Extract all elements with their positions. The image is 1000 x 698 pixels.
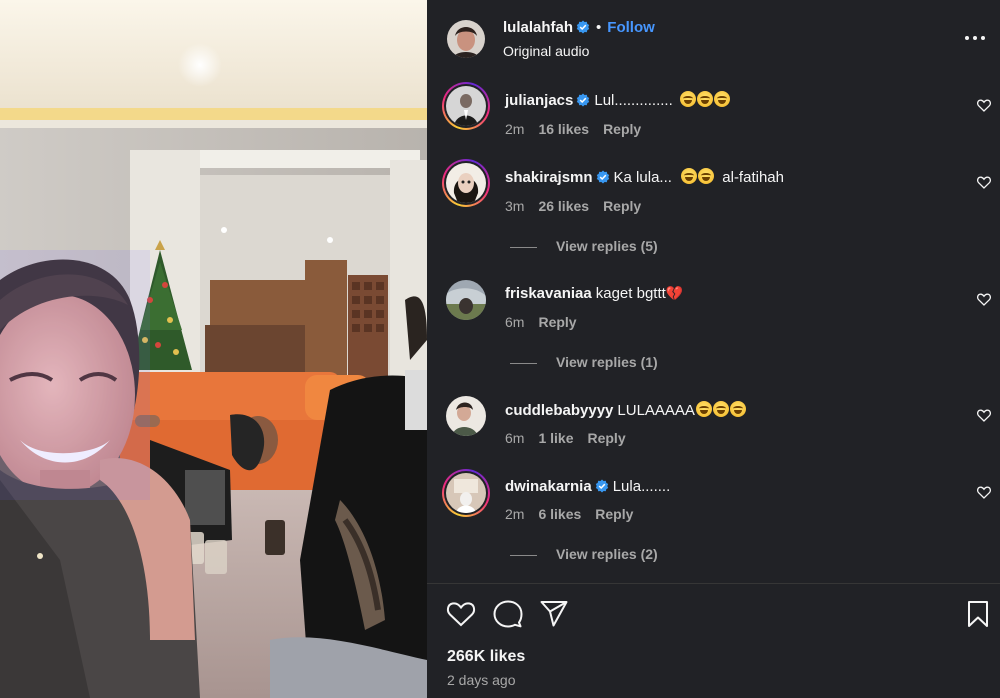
broken-heart-icon: 💔 (665, 285, 684, 301)
comment-text-after: al-fatihah (722, 169, 784, 186)
reply-button[interactable]: Reply (603, 198, 641, 214)
comment-text: Ka lula... (613, 169, 672, 186)
author-avatar[interactable] (447, 20, 485, 58)
commenter-username[interactable]: friskavaniaa (505, 285, 592, 302)
comment-text: kaget bgttt (595, 285, 666, 302)
comment-time: 6m (505, 314, 525, 330)
post-timestamp: 2 days ago (447, 672, 516, 688)
commenter-username[interactable]: dwinakarnia (505, 478, 592, 495)
post-video[interactable] (0, 0, 427, 698)
view-replies-label: View replies (1) (556, 354, 658, 370)
author-username[interactable]: lulalahfah (503, 19, 573, 36)
commenter-avatar[interactable] (446, 280, 486, 320)
view-replies-label: View replies (5) (556, 238, 658, 254)
bookmark-icon[interactable] (964, 599, 992, 629)
video-frame-image (0, 0, 427, 698)
commenter-avatar[interactable] (446, 163, 486, 203)
heart-icon[interactable] (977, 486, 991, 499)
separator-dot: • (596, 19, 602, 36)
commenter-username[interactable]: julianjacs (505, 92, 573, 109)
comments-panel: lulalahfah • Follow Original audio julianj… (427, 0, 1000, 698)
reply-button[interactable]: Reply (603, 121, 641, 137)
more-icon[interactable] (964, 30, 986, 46)
story-ring[interactable] (442, 159, 490, 207)
crying-emoji-icon (713, 91, 730, 107)
view-replies-button[interactable]: View replies (5) (510, 238, 658, 254)
view-replies-button[interactable]: View replies (1) (510, 354, 658, 370)
reply-button[interactable]: Reply (595, 506, 633, 522)
comment-text: LULAAAAA (617, 402, 695, 419)
follow-button[interactable]: Follow (607, 19, 655, 36)
comment-time: 3m (505, 198, 525, 214)
crying-emoji-icon (712, 401, 729, 417)
commenter-avatar[interactable] (446, 473, 486, 513)
share-icon[interactable] (539, 599, 569, 629)
view-replies-label: View replies (2) (556, 546, 658, 562)
comment-icon[interactable] (493, 599, 523, 629)
commenter-avatar[interactable] (446, 396, 486, 436)
crying-emoji-icon (696, 91, 713, 107)
heart-icon[interactable] (977, 409, 991, 422)
crying-emoji-icon (679, 91, 696, 107)
crying-emoji-icon (681, 168, 698, 184)
verified-icon (596, 170, 610, 184)
audio-label[interactable]: Original audio (503, 43, 589, 59)
replies-divider-line (510, 246, 537, 248)
heart-icon[interactable] (977, 176, 991, 189)
view-replies-button[interactable]: View replies (2) (510, 546, 658, 562)
commenter-avatar[interactable] (446, 86, 486, 126)
comment-text: Lul.............. (594, 92, 673, 109)
story-ring[interactable] (442, 82, 490, 130)
comment-time: 2m (505, 121, 525, 137)
verified-icon (576, 20, 590, 34)
post-likes-count[interactable]: 266K likes (447, 648, 525, 666)
replies-divider-line (510, 362, 537, 364)
comment-time: 2m (505, 506, 525, 522)
comment-time: 6m (505, 430, 525, 446)
comment-likes[interactable]: 26 likes (538, 198, 589, 214)
replies-divider-line (510, 554, 537, 556)
comment-likes[interactable]: 6 likes (538, 506, 581, 522)
heart-icon[interactable] (977, 293, 991, 306)
reply-button[interactable]: Reply (587, 430, 625, 446)
crying-emoji-icon (698, 168, 715, 184)
story-ring[interactable] (442, 469, 490, 517)
post-actions: 266K likes 2 days ago (427, 584, 1000, 698)
post-header: lulalahfah • Follow Original audio (427, 0, 1000, 76)
commenter-username[interactable]: cuddlebabyyyy (505, 402, 613, 419)
comment-likes[interactable]: 16 likes (538, 121, 589, 137)
heart-icon[interactable] (977, 99, 991, 112)
comment-text: Lula....... (612, 478, 671, 495)
commenter-username[interactable]: shakirajsmn (505, 169, 593, 186)
reply-button[interactable]: Reply (538, 314, 576, 330)
crying-emoji-icon (729, 401, 746, 417)
verified-icon (576, 93, 590, 107)
crying-emoji-icon (695, 401, 712, 417)
verified-icon (595, 479, 609, 493)
comment-likes[interactable]: 1 like (538, 430, 573, 446)
like-heart-icon[interactable] (446, 599, 476, 629)
